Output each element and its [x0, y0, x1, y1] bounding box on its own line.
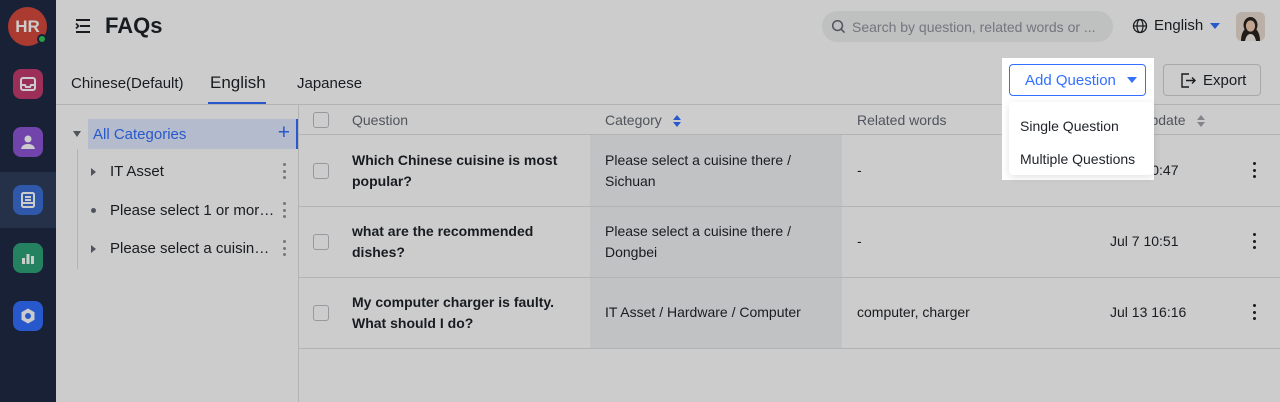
add-question-label: Add Question [1025, 71, 1116, 89]
add-question-dropdown-spotlight: Add Question Single Question Multiple Qu… [1002, 58, 1154, 180]
menu-item-single-question[interactable]: Single Question [1009, 109, 1154, 142]
add-question-menu: Single Question Multiple Questions [1009, 102, 1154, 175]
menu-item-multiple-questions[interactable]: Multiple Questions [1009, 142, 1154, 175]
add-question-button-open[interactable]: Add Question [1009, 64, 1146, 96]
chevron-down-icon [1126, 77, 1137, 83]
